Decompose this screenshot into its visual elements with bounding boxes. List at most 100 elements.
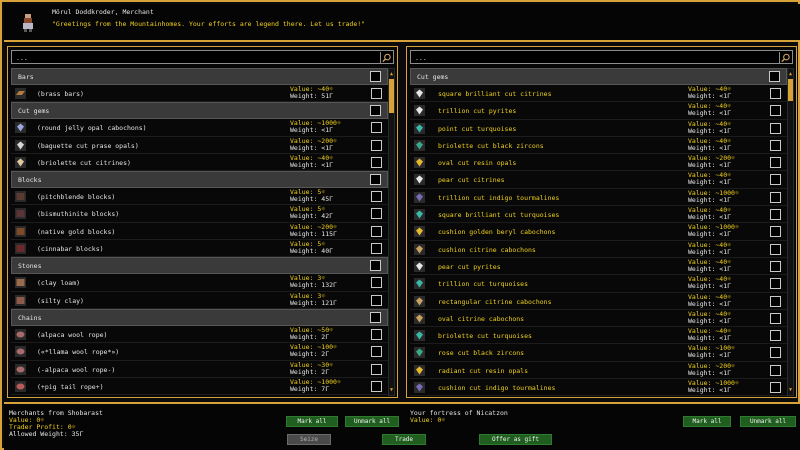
category-header[interactable]: Stones (11, 257, 388, 275)
item-checkbox[interactable] (371, 346, 382, 358)
item-checkbox[interactable] (770, 226, 781, 238)
category-checkbox[interactable] (370, 311, 381, 323)
search-icon[interactable] (779, 52, 791, 64)
item-checkbox[interactable] (371, 156, 382, 168)
trade-item-row[interactable]: trillion cut indigo tourmalines Value: ~1… (410, 189, 787, 207)
mark-all-fortress-button[interactable]: Mark all (683, 416, 731, 427)
trade-item-row[interactable]: («*llama wool rope*») Value: ~100☼ Weight:… (11, 343, 388, 361)
trade-item-row[interactable]: trillion cut pyrites Value: ~40☼ Weight: <… (410, 102, 787, 120)
scroll-up-icon[interactable]: ▲ (389, 70, 394, 78)
scroll-down-icon[interactable]: ▼ (389, 386, 394, 394)
item-checkbox[interactable] (770, 364, 781, 376)
item-checkbox[interactable] (371, 363, 382, 375)
item-checkbox[interactable] (770, 312, 781, 324)
offer-as-gift-button[interactable]: Offer as gift (479, 434, 552, 445)
item-name: trillion cut turquoises (438, 280, 529, 289)
trade-item-row[interactable]: (+pig tail rope+) Value: ~1000☼ Weight: 7Γ (11, 378, 388, 396)
category-header[interactable]: Cut gems (11, 102, 388, 120)
trade-item-row[interactable]: briolette cut black zircons Value: ~40☼ We… (410, 137, 787, 155)
category-checkbox[interactable] (370, 105, 381, 117)
seize-button[interactable]: Seize (287, 434, 331, 445)
item-checkbox[interactable] (770, 139, 781, 151)
mark-all-merchant-button[interactable]: Mark all (286, 416, 338, 427)
item-weight: Weight: <1Γ (688, 126, 732, 135)
item-checkbox[interactable] (770, 382, 781, 394)
category-header[interactable]: Bars (11, 68, 388, 85)
trade-button[interactable]: Trade (382, 434, 426, 445)
trade-item-row[interactable]: (native gold blocks) Value: ~200☼ Weight: … (11, 223, 388, 241)
category-checkbox[interactable] (769, 71, 780, 82)
trade-item-row[interactable]: (baguette cut prase opals) Value: ~200☼ We… (11, 137, 388, 154)
scroll-thumb[interactable] (788, 79, 793, 101)
category-header[interactable]: Cut gems (410, 68, 787, 85)
trade-item-row[interactable]: (briolette cut citrines) Value: ~40☼ Weigh… (11, 154, 388, 172)
merchant-search-input[interactable]: ... (11, 50, 394, 64)
trade-item-row[interactable]: (round jelly opal cabochons) Value: ~1000… (11, 119, 388, 137)
category-checkbox[interactable] (370, 71, 381, 82)
trade-item-row[interactable]: cushion cut indigo tourmalines Value: ~10… (410, 379, 787, 396)
trade-item-row[interactable]: (pitchblende blocks) Value: 5☼ Weight: 45Γ (11, 188, 388, 206)
trade-item-row[interactable]: square brilliant cut citrines Value: ~40☼… (410, 85, 787, 103)
trade-item-row[interactable]: pear cut pyrites Value: ~40☼ Weight: <1Γ (410, 258, 787, 276)
scroll-down-icon[interactable]: ▼ (788, 386, 793, 394)
item-weight: Weight: <1Γ (688, 109, 732, 118)
trade-item-row[interactable]: rose cut black zircons Value: ~100☼ Weight… (410, 344, 787, 362)
item-weight: Weight: 2Γ (290, 350, 330, 359)
trade-item-row[interactable]: (cinnabar blocks) Value: 5☼ Weight: 40Γ (11, 240, 388, 258)
item-checkbox[interactable] (770, 260, 781, 272)
item-checkbox[interactable] (770, 191, 781, 203)
trade-item-row[interactable]: square brilliant cut turquoises Value: ~4… (410, 206, 787, 224)
item-checkbox[interactable] (770, 105, 781, 117)
item-checkbox[interactable] (770, 209, 781, 221)
item-checkbox[interactable] (371, 191, 382, 203)
item-checkbox[interactable] (371, 225, 382, 237)
scroll-thumb[interactable] (389, 79, 394, 113)
merchant-list-scrollbar[interactable]: ▲ ▼ (388, 68, 395, 396)
search-icon[interactable] (380, 52, 392, 64)
item-checkbox[interactable] (770, 88, 781, 99)
fortress-search-input[interactable]: ... (410, 50, 793, 64)
item-checkbox[interactable] (371, 328, 382, 340)
trade-item-row[interactable]: radiant cut resin opals Value: ~200☼ Weigh… (410, 362, 787, 380)
category-checkbox[interactable] (370, 260, 381, 272)
trade-item-row[interactable]: oval citrine cabochons Value: ~40☼ Weight:… (410, 310, 787, 328)
trade-item-row[interactable]: (-alpaca wool rope-) Value: ~30☼ Weight: 2… (11, 361, 388, 378)
scroll-up-icon[interactable]: ▲ (788, 70, 793, 78)
item-checkbox[interactable] (770, 347, 781, 359)
trade-item-row[interactable]: (bismuthinite blocks) Value: 5☼ Weight: 42… (11, 205, 388, 223)
item-checkbox[interactable] (770, 295, 781, 307)
item-checkbox[interactable] (371, 208, 382, 220)
item-checkbox[interactable] (770, 157, 781, 169)
unmark-all-fortress-button[interactable]: Unmark all (740, 416, 796, 427)
trade-item-row[interactable]: (brass bars) Value: ~40☼ Weight: 51Γ (11, 85, 388, 103)
trade-item-row[interactable]: cushion citrine cabochons Value: ~40☼ Weig… (410, 241, 787, 258)
trade-item-row[interactable]: (silty clay) Value: 3☼ Weight: 121Γ (11, 292, 388, 309)
gem-icon (414, 139, 425, 151)
category-checkbox[interactable] (370, 174, 381, 186)
item-checkbox[interactable] (770, 174, 781, 186)
item-checkbox[interactable] (770, 243, 781, 255)
item-checkbox[interactable] (371, 277, 382, 289)
trade-item-row[interactable]: trillion cut turquoises Value: ~40☼ Weight… (410, 275, 787, 293)
category-header[interactable]: Chains (11, 308, 388, 326)
item-checkbox[interactable] (371, 294, 382, 306)
trade-item-row[interactable]: (clay loam) Value: 3☼ Weight: 132Γ (11, 274, 388, 292)
item-checkbox[interactable] (371, 139, 382, 151)
item-checkbox[interactable] (770, 278, 781, 290)
trade-item-row[interactable]: (alpaca wool rope) Value: ~50☼ Weight: 2Γ (11, 326, 388, 344)
unmark-all-merchant-button[interactable]: Unmark all (345, 416, 399, 427)
trade-item-row[interactable]: pear cut citrines Value: ~40☼ Weight: <1Γ (410, 171, 787, 189)
fortress-list-scrollbar[interactable]: ▲ ▼ (787, 68, 794, 396)
trade-item-row[interactable]: point cut turquoises Value: ~40☼ Weight: <… (410, 120, 787, 137)
trade-item-row[interactable]: oval cut resin opals Value: ~200☼ Weight: … (410, 154, 787, 172)
trade-item-row[interactable]: cushion golden beryl cabochons Value: ~10… (410, 223, 787, 241)
trade-item-row[interactable]: rectangular citrine cabochons Value: ~40☼… (410, 293, 787, 310)
trade-item-row[interactable]: briolette cut turquoises Value: ~40☼ Weigh… (410, 327, 787, 345)
item-checkbox[interactable] (770, 330, 781, 342)
item-checkbox[interactable] (770, 122, 781, 134)
item-checkbox[interactable] (371, 88, 382, 99)
item-checkbox[interactable] (371, 380, 382, 392)
category-header[interactable]: Blocks (11, 171, 388, 189)
item-checkbox[interactable] (371, 243, 382, 255)
item-checkbox[interactable] (371, 122, 382, 134)
